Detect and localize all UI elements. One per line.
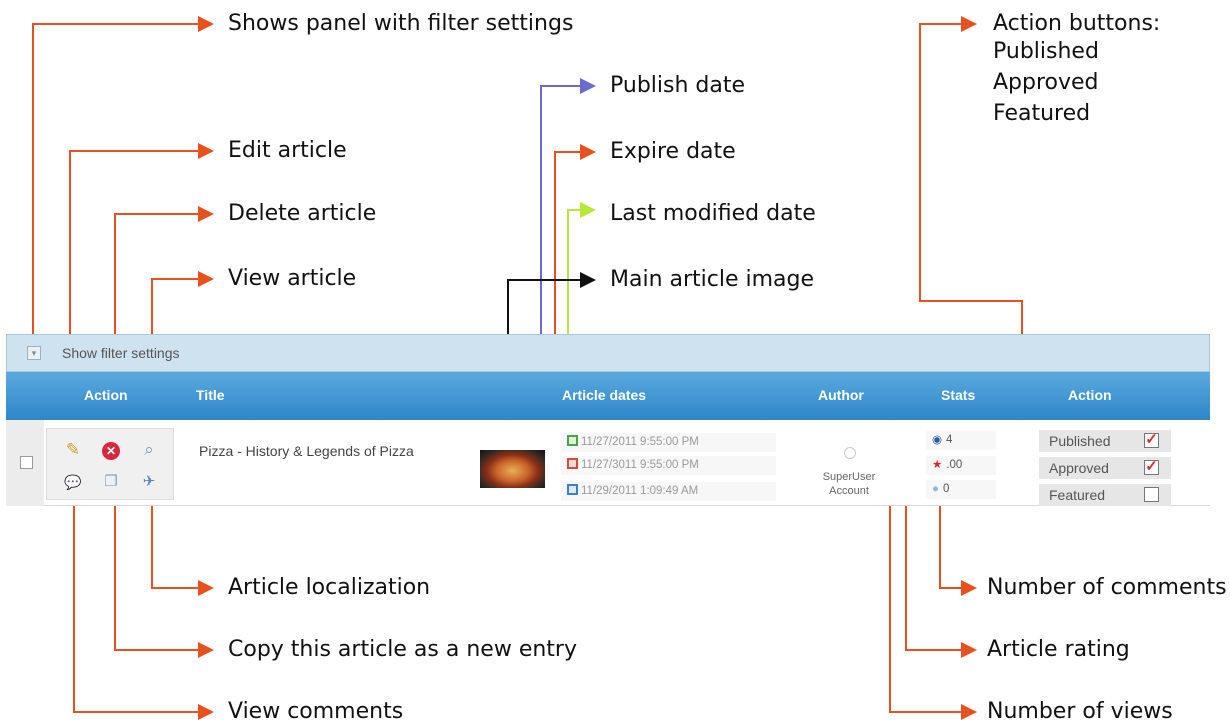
header-action-2[interactable]: Action [1068,387,1112,403]
calendar-icon [567,458,578,469]
header-title[interactable]: Title [196,387,225,403]
callout-copy: Copy this article as a new entry [228,637,577,662]
toggle-approved[interactable]: Approved ✓ [1039,457,1171,479]
callout-action-approved: Approved [993,70,1099,95]
filter-bar: ▾ Show filter settings [6,334,1210,372]
toggle-featured[interactable]: Featured [1039,484,1171,506]
header-action[interactable]: Action [84,387,128,403]
delete-icon[interactable]: ✕ [97,437,125,463]
view-icon[interactable]: ⌕ [135,437,163,463]
grid-header: Action Title Article dates Author Stats … [6,372,1210,420]
callout-delete: Delete article [228,201,377,226]
author-avatar-icon [844,447,856,459]
row-actions: ✎ ✕ ⌕ 💬 ❐ ✈ [46,428,174,500]
callout-action-published: Published [993,39,1099,64]
author-name: SuperUser Account [822,471,876,497]
header-stats[interactable]: Stats [941,387,975,403]
table-row: ✎ ✕ ⌕ 💬 ❐ ✈ Pizza - History & Legends of… [6,420,1210,506]
checkbox-icon[interactable] [1144,487,1159,502]
callout-localization: Article localization [228,575,431,600]
pencil-icon[interactable]: ✎ [59,437,87,463]
callout-number-views: Number of views [987,699,1173,724]
date-publish: 11/29/2011 1:09:49 AM [561,482,776,501]
callout-action-featured: Featured [993,101,1091,126]
callout-view: View article [228,266,357,291]
callout-rating: Article rating [987,637,1130,662]
row-selector [6,420,44,506]
calendar-icon [567,484,578,495]
copy-icon[interactable]: ❐ [97,469,125,495]
header-article-dates[interactable]: Article dates [562,387,646,403]
row-checkbox[interactable] [20,456,33,469]
callout-edit: Edit article [228,138,347,163]
callout-view-comments: View comments [228,699,404,724]
stat-views: ◉ 4 [926,431,996,450]
comments-icon[interactable]: 💬 [59,469,87,495]
date-modified: 11/27/2011 9:55:00 PM [561,433,776,452]
comment-icon: ● [932,483,939,495]
header-author[interactable]: Author [818,387,864,403]
stat-rating: ★ .00 [926,456,996,475]
eye-icon: ◉ [932,434,943,446]
checkbox-icon[interactable]: ✓ [1144,432,1159,448]
callout-filter: Shows panel with filter settings [228,11,574,36]
star-icon: ★ [932,459,943,471]
callout-action-buttons-title: Action buttons: [993,11,1161,36]
calendar-icon [567,435,578,446]
toggle-published[interactable]: Published ✓ [1039,430,1171,452]
callout-publish-date: Publish date [610,73,746,98]
callout-expire-date: Expire date [610,139,736,164]
stat-comments: ● 0 [926,480,996,499]
callout-number-comments: Number of comments [987,575,1227,600]
date-expire: 11/27/3011 9:55:00 PM [561,456,776,475]
filter-toggle-icon[interactable]: ▾ [27,346,41,360]
callout-modified-date: Last modified date [610,201,816,226]
localization-icon[interactable]: ✈ [135,469,163,495]
checkbox-icon[interactable]: ✓ [1144,459,1159,475]
show-filter-settings-link[interactable]: Show filter settings [62,345,180,361]
callout-main-image: Main article image [610,267,815,292]
article-image [480,450,545,488]
article-title[interactable]: Pizza - History & Legends of Pizza [199,442,459,460]
